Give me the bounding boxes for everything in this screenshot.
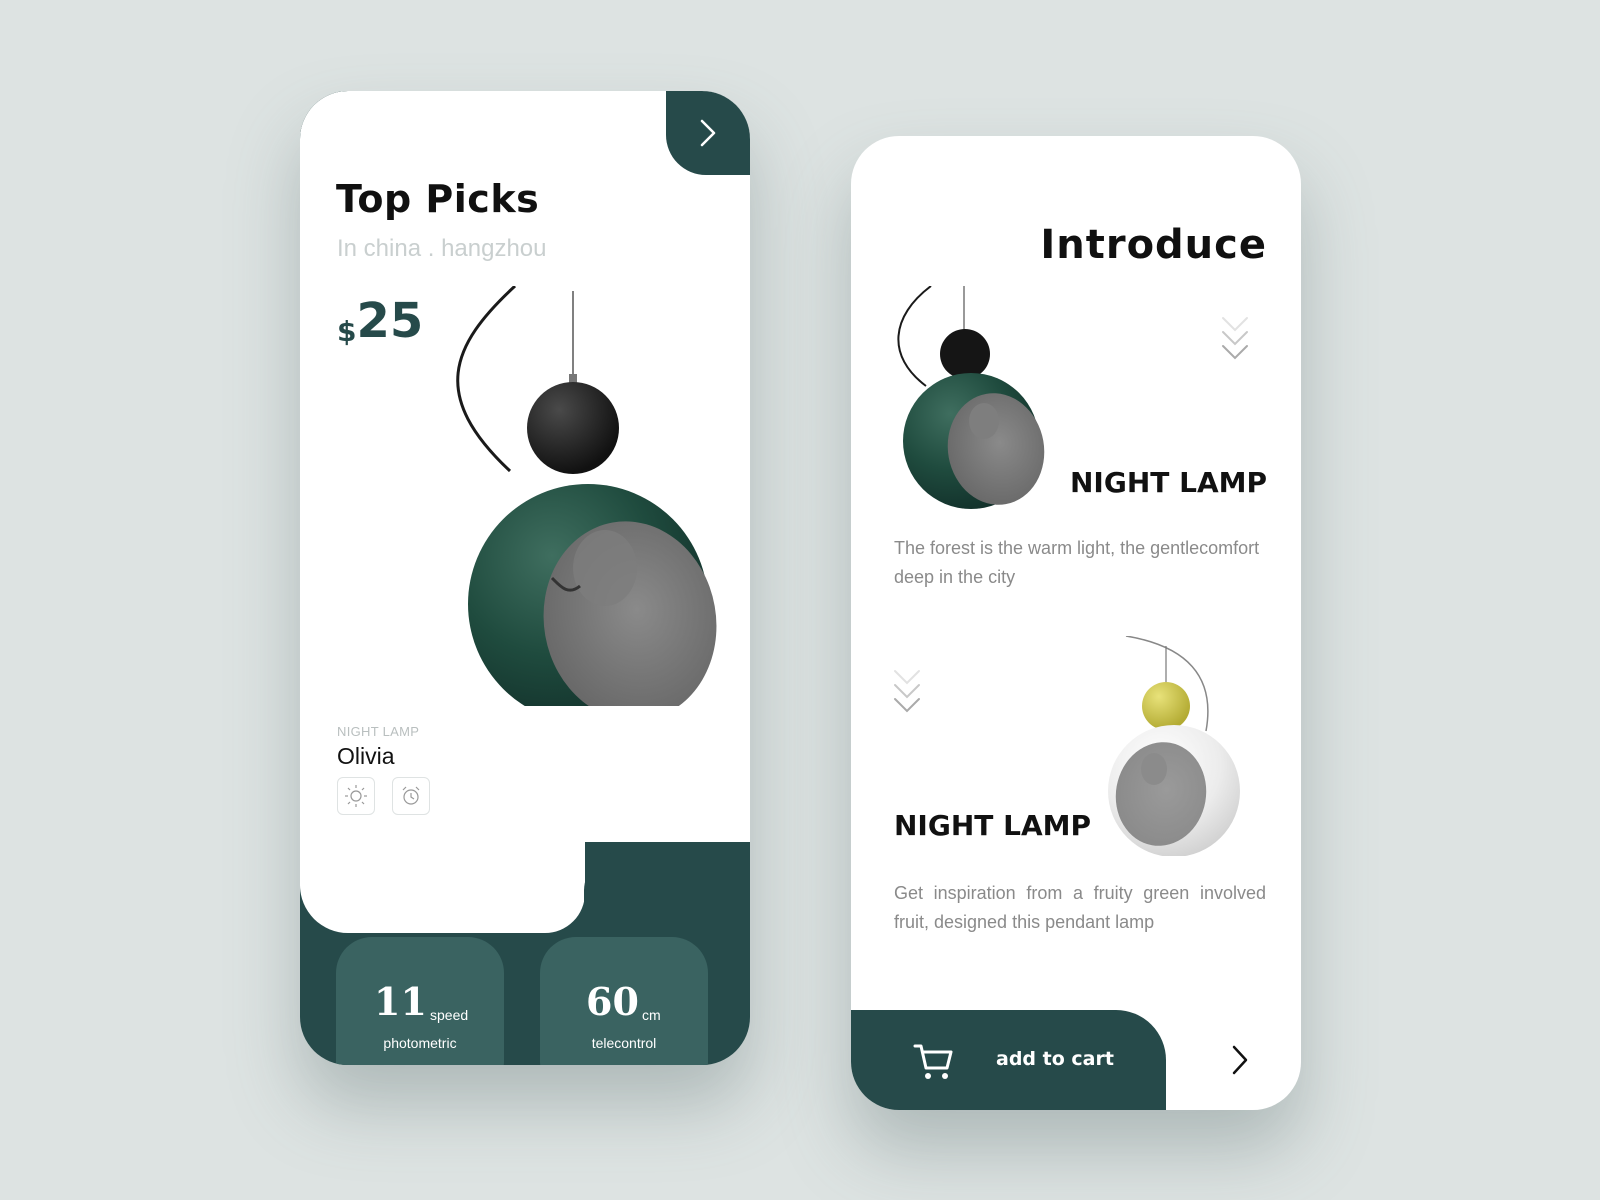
function-title: Function [336, 877, 473, 910]
function-unit: speed [430, 1007, 469, 1023]
function-unit: cm [642, 1007, 661, 1023]
green-lamp-image [456, 286, 717, 706]
sun-icon [345, 785, 367, 807]
light-mode-button[interactable] [337, 777, 375, 815]
chevron-down-icon [1222, 317, 1248, 360]
location-subtitle: In china . hangzhou [337, 235, 547, 262]
next-button[interactable] [1229, 1044, 1251, 1081]
add-to-cart-button[interactable] [645, 791, 687, 838]
timer-button[interactable] [392, 777, 430, 815]
alarm-clock-icon [402, 786, 420, 805]
price-value: 25 [356, 293, 424, 349]
page-title: Introduce [1040, 222, 1267, 268]
shopping-cart-icon [913, 1044, 953, 1079]
page-title: Top Picks [336, 177, 540, 221]
white-lamp-image [1108, 636, 1240, 856]
add-to-cart-label: add to cart [996, 1048, 1114, 1070]
function-value: 11 [374, 979, 427, 1024]
introduce-screen: Introduce NIGHT LAMP The forest is the w… [851, 136, 1301, 1110]
next-button[interactable] [666, 91, 750, 175]
chevron-right-icon [1232, 1045, 1248, 1075]
product-category: NIGHT LAMP [337, 724, 420, 739]
function-card-telecontrol[interactable]: 60 cm telecontrol [540, 937, 708, 1065]
green-lamp-image [897, 286, 1045, 509]
function-label: photometric [383, 1035, 457, 1051]
function-label: telecontrol [591, 1035, 657, 1051]
item-description: The forest is the warm light, the gentle… [894, 538, 1260, 587]
price-currency: $ [337, 315, 357, 348]
chevron-right-icon [700, 119, 716, 147]
add-to-cart-button[interactable]: add to cart [851, 1010, 1166, 1110]
product-screen: Top Picks In china . hangzhou $25 NIGHT … [300, 91, 750, 1065]
item-heading: NIGHT LAMP [894, 809, 1092, 842]
price: $25 [337, 293, 423, 349]
function-value: 60 [586, 979, 639, 1024]
product-name: Olivia [337, 743, 395, 769]
shopping-cart-icon [645, 795, 685, 830]
chevron-down-icon [894, 670, 920, 713]
function-card-photometric[interactable]: 11 speed photometric [336, 937, 504, 1065]
item-description: Get inspiration from a fruity green invo… [894, 883, 1266, 932]
item-heading: NIGHT LAMP [1069, 466, 1267, 499]
